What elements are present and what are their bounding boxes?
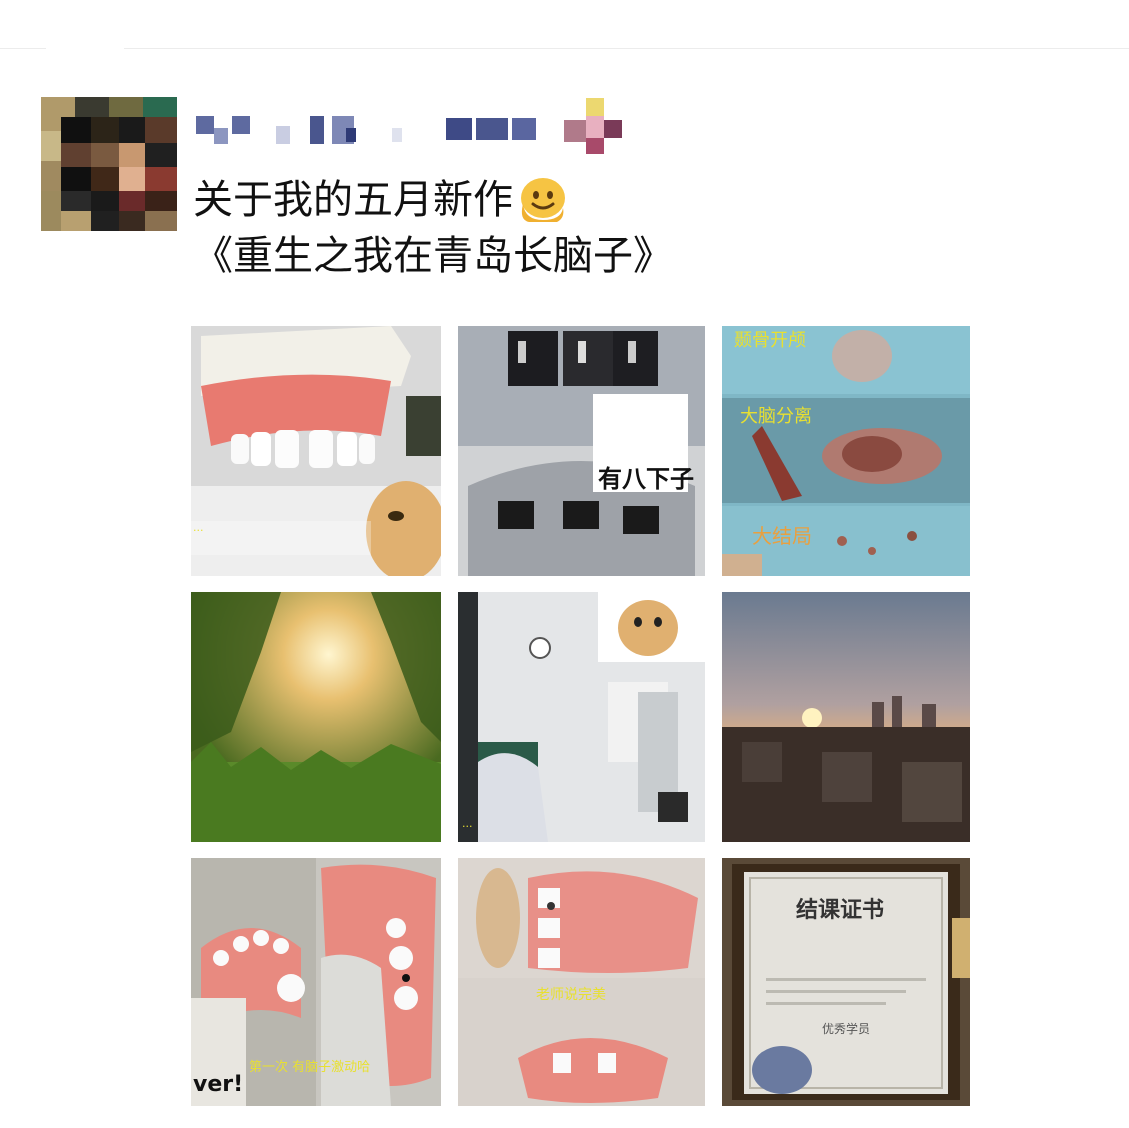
- photo-tile-8[interactable]: 老师说完美: [458, 858, 705, 1106]
- photo-tile-1[interactable]: ···: [191, 326, 441, 576]
- photo-caption-yellow: ···: [462, 820, 473, 833]
- post-caption-line-2: 《重生之我在青岛长脑子》: [193, 233, 673, 279]
- divider-right: [124, 48, 1129, 49]
- sticker-text: ver!: [193, 1072, 244, 1097]
- dissection-label-2: 大脑分离: [740, 406, 812, 427]
- melting-face-emoji-icon: [517, 174, 569, 226]
- photo-tile-3[interactable]: 颞骨开颅 大脑分离 大结局: [722, 326, 970, 576]
- sticker-text: 有八下子: [598, 465, 694, 493]
- photo-tile-6[interactable]: [722, 592, 970, 842]
- photo-caption-yellow: ···: [193, 524, 204, 537]
- avatar[interactable]: [41, 97, 177, 231]
- photo-tile-9[interactable]: 结课证书 优秀学员: [722, 858, 970, 1106]
- photo-caption: 第一次 有脑子激动哈: [249, 1060, 371, 1075]
- post-text: 关于我的五月新作 《重生之我在青岛长脑子》: [193, 172, 673, 284]
- certificate-title: 结课证书: [796, 898, 885, 923]
- post-caption-line-1: 关于我的五月新作: [193, 177, 513, 223]
- photo-tile-2[interactable]: 有八下子: [458, 326, 705, 576]
- photo-tile-5[interactable]: ···: [458, 592, 705, 842]
- photo-caption: 老师说完美: [536, 987, 606, 1003]
- certificate-honor: 优秀学员: [822, 1022, 871, 1036]
- photo-tile-7[interactable]: ver! 第一次 有脑子激动哈: [191, 858, 441, 1106]
- dissection-label-1: 颞骨开颅: [734, 330, 806, 351]
- post-line-2: 《重生之我在青岛长脑子》: [193, 228, 673, 284]
- divider-left: [0, 48, 46, 49]
- dissection-label-3: 大结局: [752, 524, 812, 548]
- username-blurred[interactable]: [196, 98, 626, 156]
- photo-tile-4[interactable]: [191, 592, 441, 842]
- post-line-1: 关于我的五月新作: [193, 172, 673, 228]
